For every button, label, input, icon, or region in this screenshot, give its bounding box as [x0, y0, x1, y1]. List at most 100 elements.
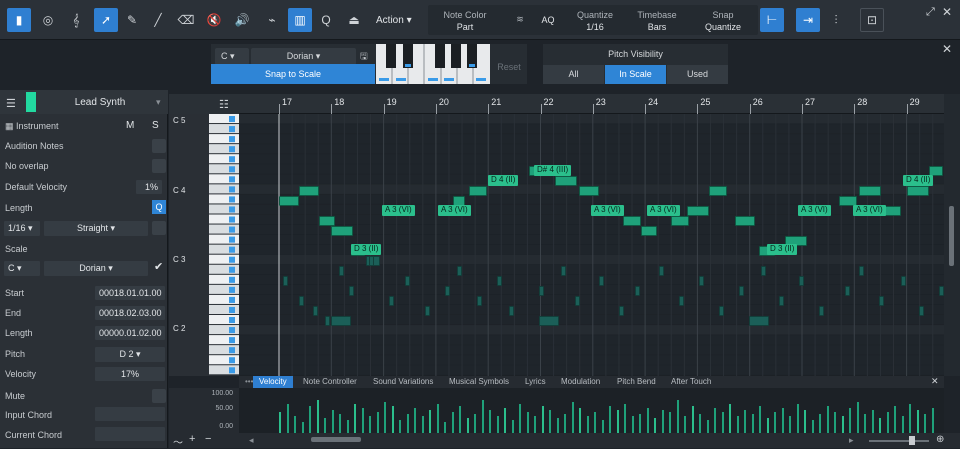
chevron-down-icon[interactable]: ▾ [156, 97, 161, 108]
note-length-field[interactable]: 00000.01.02.00 [95, 326, 165, 340]
midi-note[interactable] [779, 296, 784, 306]
midi-note[interactable] [879, 296, 884, 306]
velocity-bar[interactable] [579, 408, 581, 434]
velocity-bar[interactable] [916, 410, 919, 434]
midi-note[interactable] [299, 186, 319, 196]
velocity-bar[interactable] [714, 408, 716, 434]
instrument-row[interactable]: ▦ Instrument [5, 121, 59, 132]
action-menu[interactable]: Action ▾ [376, 15, 412, 26]
zoom-fit-button[interactable]: ⊡ [860, 8, 884, 32]
length-quantize-button[interactable]: Q [152, 200, 166, 214]
velocity-bar[interactable] [294, 416, 296, 434]
velocity-bar[interactable] [729, 404, 731, 434]
midi-note[interactable] [687, 206, 709, 216]
horizontal-scroll-thumb[interactable] [311, 437, 361, 442]
zoom-slider[interactable] [869, 440, 929, 442]
velocity-bar[interactable] [489, 410, 491, 434]
velocity-bar[interactable] [796, 404, 799, 434]
input-chord-field[interactable] [95, 407, 165, 421]
midi-note[interactable] [735, 216, 755, 226]
snap-select[interactable]: Quantize [698, 22, 748, 32]
quantize-button[interactable]: Q [314, 8, 338, 32]
velocity-bar[interactable] [511, 420, 514, 434]
velocity-bar[interactable] [496, 416, 499, 434]
note-label[interactable]: A 3 (VI) [591, 205, 624, 216]
velocity-bar[interactable] [871, 410, 874, 434]
note-label[interactable]: D 4 (II) [903, 175, 934, 186]
note-label[interactable]: D# 4 (III) [534, 165, 572, 176]
midi-note[interactable] [561, 266, 566, 276]
velocity-bar[interactable] [759, 406, 761, 434]
inspector-toggle-button[interactable]: ▮ [7, 8, 31, 32]
tab-note-controller[interactable]: Note Controller [297, 376, 363, 388]
velocity-bar[interactable] [669, 412, 671, 434]
midi-note[interactable] [579, 186, 599, 196]
midi-note[interactable] [283, 276, 288, 286]
velocity-bar[interactable] [361, 408, 364, 434]
velocity-bar[interactable] [901, 416, 904, 434]
aq-button[interactable]: AQ [538, 15, 558, 25]
snap-to-scale-button[interactable]: Snap to Scale [211, 64, 375, 84]
velocity-bar[interactable] [706, 420, 709, 434]
midi-note[interactable] [469, 186, 487, 196]
overlap-checkbox[interactable] [152, 159, 166, 173]
midi-note[interactable] [497, 276, 502, 286]
velocity-bar[interactable] [631, 416, 634, 434]
velocity-bar[interactable] [909, 404, 911, 434]
tab-pitch-bend[interactable]: Pitch Bend [611, 376, 662, 388]
velocity-bar[interactable] [661, 410, 664, 434]
midi-note[interactable] [659, 266, 664, 276]
velocity-field[interactable]: 17% [95, 367, 165, 381]
close-icon[interactable]: ✕ [942, 5, 952, 19]
audition-checkbox[interactable] [152, 139, 166, 153]
velocity-bar[interactable] [811, 420, 814, 434]
velocity-bar[interactable] [564, 414, 566, 434]
scale-reset-button[interactable]: Reset [492, 62, 526, 72]
velocity-bar[interactable] [654, 418, 656, 434]
midi-note[interactable] [325, 316, 330, 326]
midi-note[interactable] [859, 186, 881, 196]
tab-after-touch[interactable]: After Touch [665, 376, 717, 388]
midi-note[interactable] [671, 216, 689, 226]
follow-button[interactable]: ⇥ [796, 8, 820, 32]
expand-icon[interactable]: ⤢ [926, 6, 935, 19]
velocity-bar[interactable] [459, 406, 461, 434]
remove-icon[interactable]: − [205, 433, 211, 445]
inspector-scale-root[interactable]: C ▾ [4, 261, 40, 276]
note-label[interactable]: A 3 (VI) [647, 205, 680, 216]
save-icon[interactable]: 🖫 [360, 49, 368, 65]
velocity-bar[interactable] [849, 408, 851, 434]
velocity-bar[interactable] [856, 402, 859, 434]
midi-note[interactable] [331, 226, 353, 236]
tab-lyrics[interactable]: Lyrics [519, 376, 552, 388]
midi-note[interactable] [477, 296, 482, 306]
metronome-icon[interactable]: ⏏ [342, 8, 366, 32]
midi-note[interactable] [369, 256, 374, 266]
midi-note[interactable] [749, 316, 769, 326]
velocity-bar[interactable] [699, 414, 701, 434]
midi-note[interactable] [859, 266, 864, 276]
zoom-slider-handle[interactable] [909, 436, 915, 445]
close-editor-icon[interactable]: ✕ [931, 376, 939, 387]
velocity-bar[interactable] [676, 400, 679, 434]
velocity-bar[interactable] [819, 414, 821, 434]
midi-note[interactable] [539, 286, 544, 296]
velocity-lane[interactable]: 100.00 50.00 0.00 [169, 388, 944, 434]
velocity-bar[interactable] [639, 414, 641, 434]
velocity-bar[interactable] [376, 412, 379, 434]
bend-tool-button[interactable]: ⌁ [260, 8, 284, 32]
velocity-bar[interactable] [826, 406, 829, 434]
velocity-bar[interactable] [346, 420, 349, 434]
midi-note[interactable] [389, 296, 394, 306]
velocity-bar[interactable] [519, 404, 521, 434]
check-icon[interactable]: ✔ [154, 260, 163, 273]
midi-note[interactable] [699, 276, 704, 286]
velocity-bar[interactable] [429, 410, 431, 434]
midi-note[interactable] [799, 276, 804, 286]
mute-checkbox[interactable] [152, 389, 166, 403]
velocity-bar[interactable] [526, 412, 529, 434]
velocity-bar[interactable] [534, 416, 536, 434]
pitch-select[interactable]: D 2 ▾ [95, 347, 165, 362]
midi-note[interactable] [313, 306, 318, 316]
snap-toggle-button[interactable]: ⊢ [760, 8, 784, 32]
